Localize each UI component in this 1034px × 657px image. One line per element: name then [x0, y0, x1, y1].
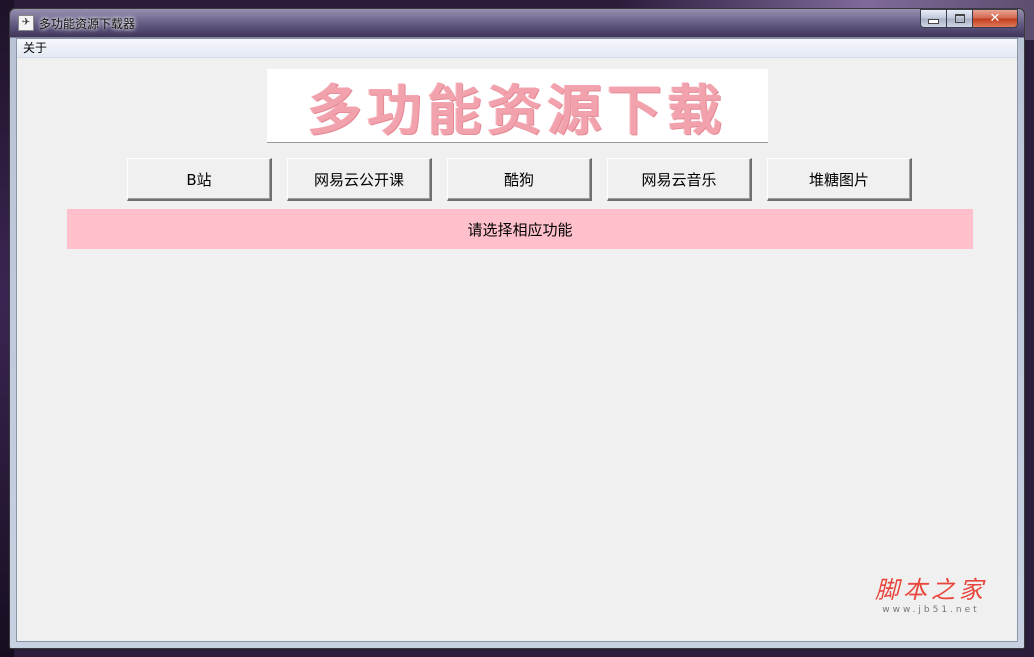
- function-button-row: B站 网易云公开课 酷狗 网易云音乐 堆糖图片: [127, 158, 927, 201]
- banner-title: 多功能资源下载: [307, 78, 728, 142]
- duitang-images-button[interactable]: 堆糖图片: [767, 158, 912, 201]
- app-icon[interactable]: ✈: [18, 15, 34, 31]
- banner-image: 多功能资源下载: [267, 69, 768, 143]
- menu-bar: 关于: [17, 39, 1017, 58]
- bilibili-button[interactable]: B站: [127, 158, 272, 201]
- menu-item-about[interactable]: 关于: [17, 39, 53, 57]
- close-icon: ✕: [989, 11, 1001, 26]
- watermark: 脚本之家 www.jb51.net: [875, 570, 987, 615]
- watermark-logo: 脚本之家: [875, 576, 987, 604]
- close-button[interactable]: ✕: [972, 9, 1018, 28]
- status-label: 请选择相应功能: [67, 209, 973, 249]
- maximize-button[interactable]: [946, 9, 972, 28]
- window-title: 多功能资源下载器: [39, 17, 136, 31]
- maximize-icon: [954, 14, 965, 23]
- app-window: ✈ 多功能资源下载器 ✕ 关于 多功能资源下载 B站 网易云公开课 酷狗 网易云…: [9, 8, 1025, 649]
- netease-open-course-button[interactable]: 网易云公开课: [287, 158, 432, 201]
- minimize-icon: [928, 19, 939, 24]
- window-controls: ✕: [920, 9, 1018, 28]
- netease-music-button[interactable]: 网易云音乐: [607, 158, 752, 201]
- watermark-url: www.jb51.net: [882, 605, 980, 615]
- minimize-button[interactable]: [920, 9, 946, 28]
- client-area: 关于 多功能资源下载 B站 网易云公开课 酷狗 网易云音乐 堆糖图片 请选择相应…: [16, 38, 1018, 642]
- kugou-button[interactable]: 酷狗: [447, 158, 592, 201]
- title-bar[interactable]: ✈ 多功能资源下载器 ✕: [10, 9, 1024, 37]
